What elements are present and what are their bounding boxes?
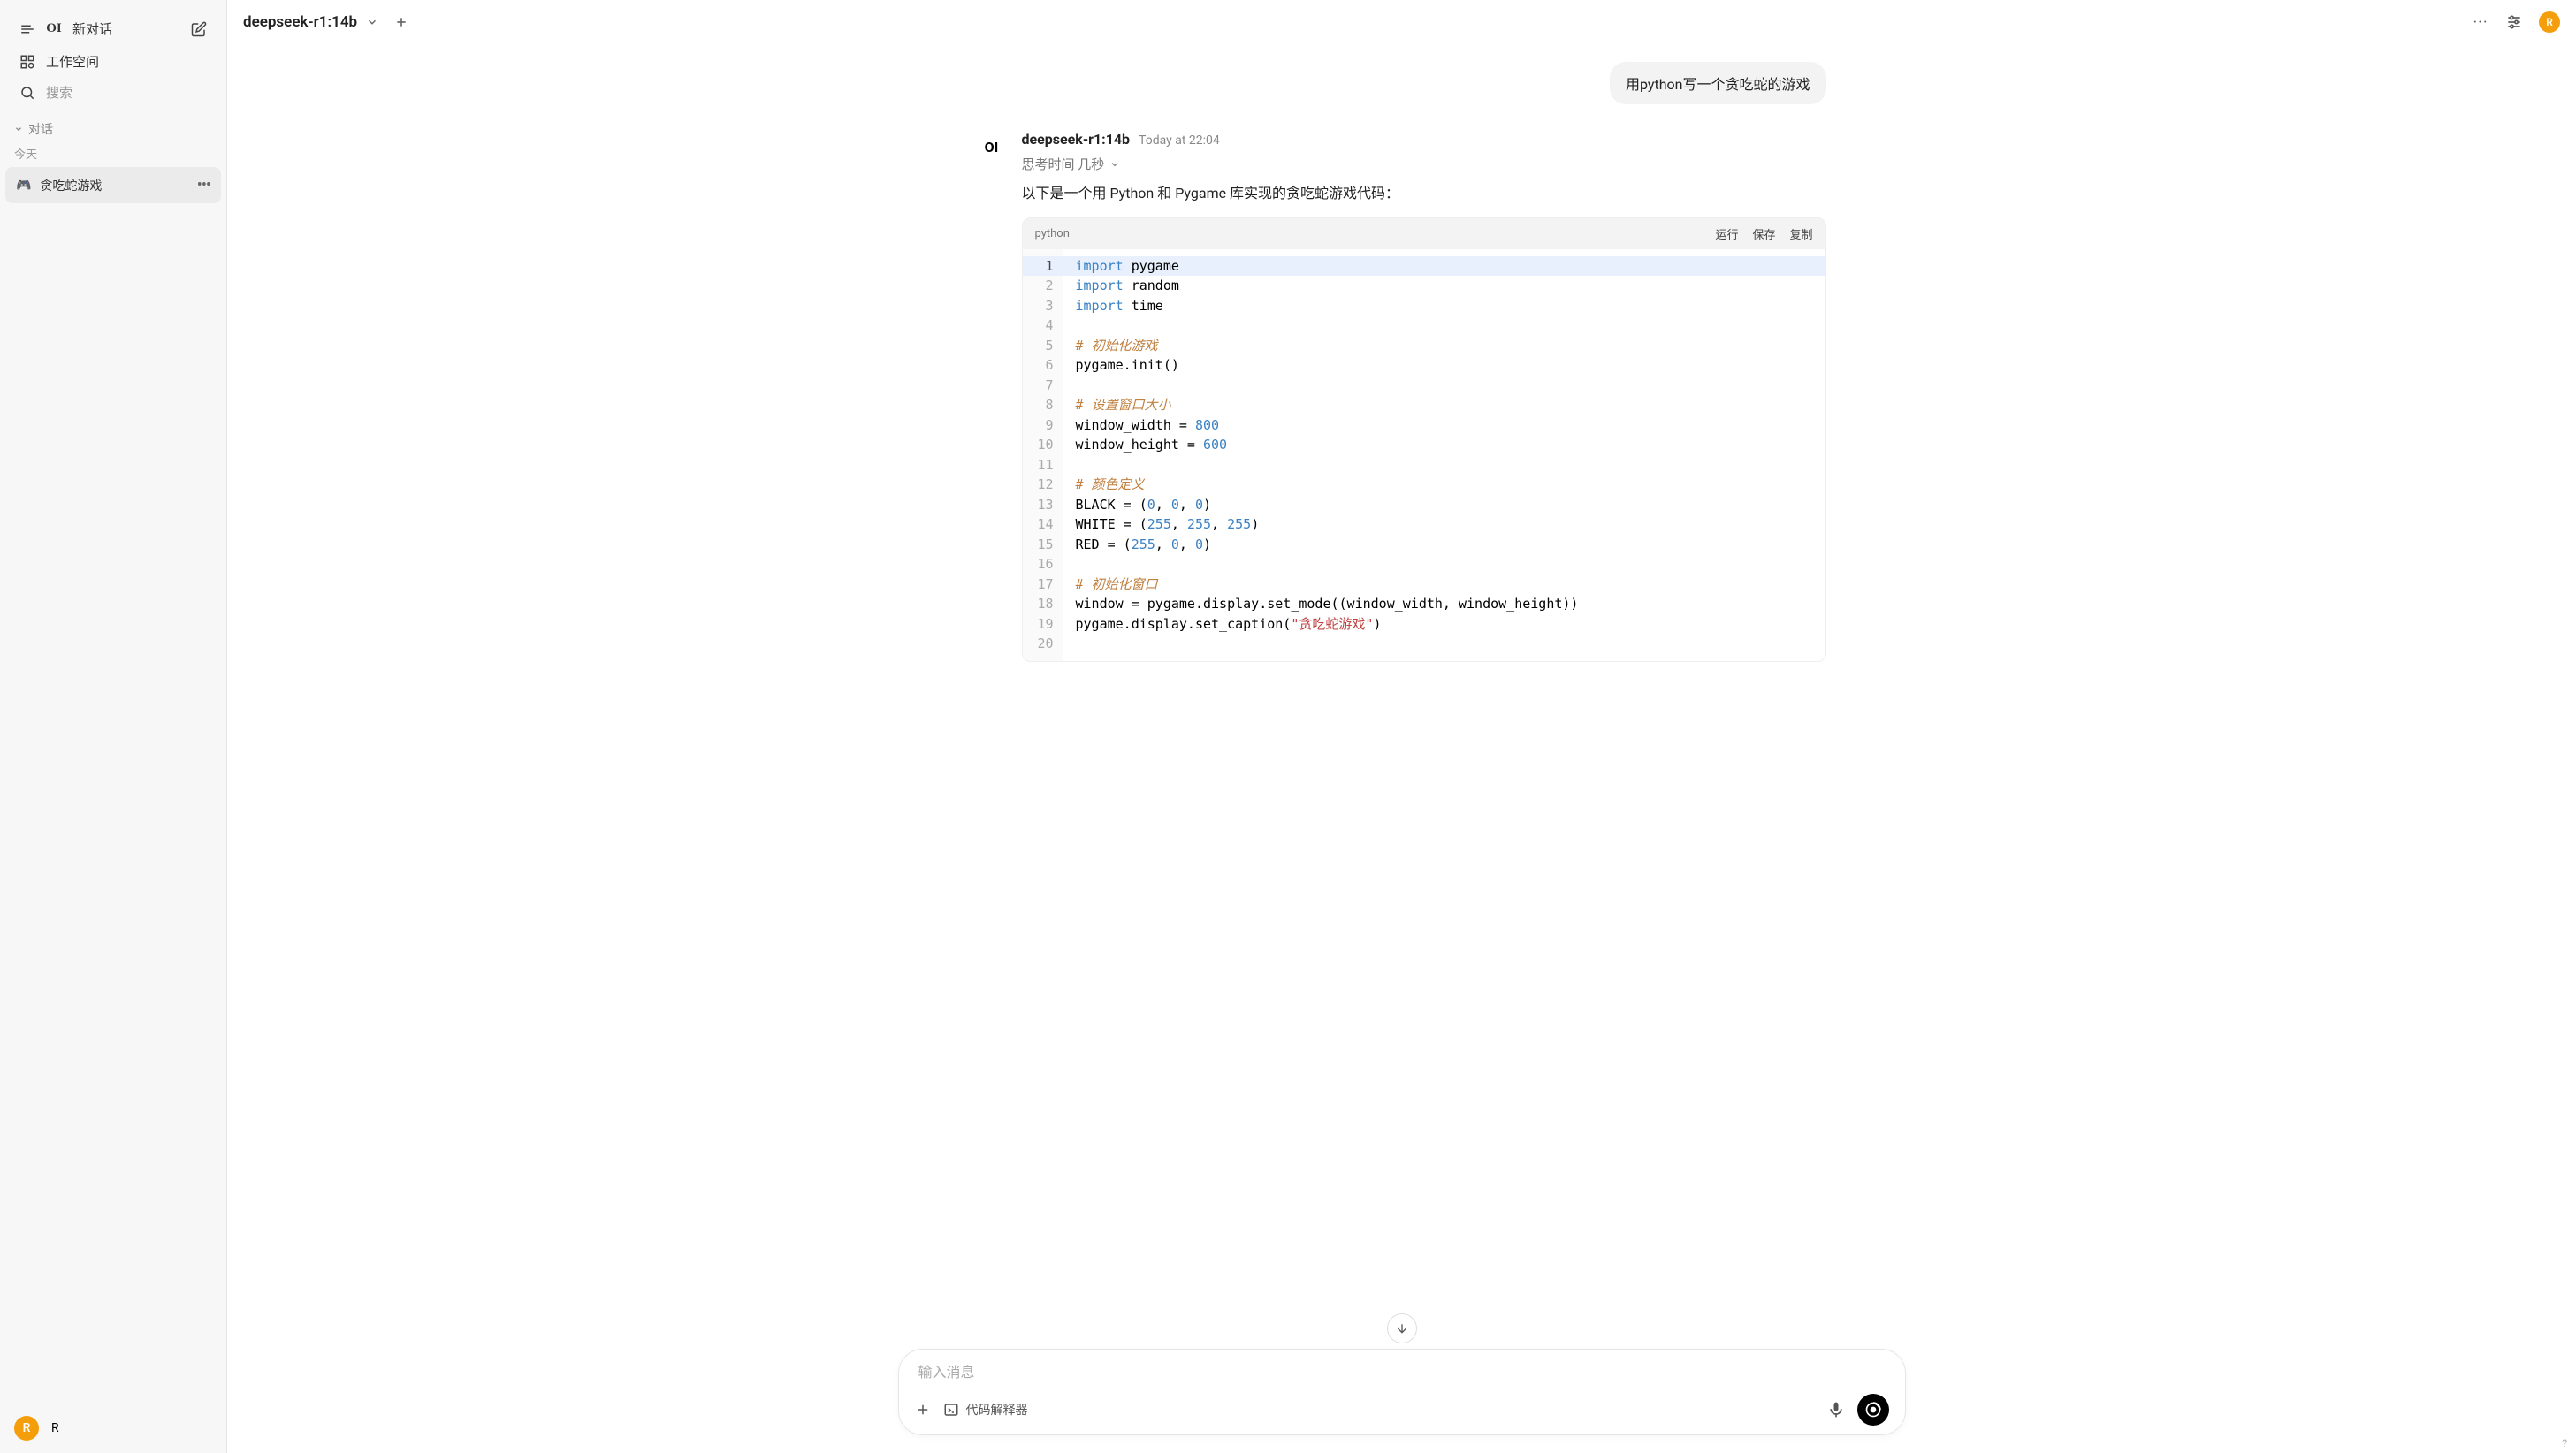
model-selector[interactable]: deepseek-r1:14b: [243, 13, 357, 31]
main-area: deepseek-r1:14b ··· R 用pyt: [227, 0, 2576, 1453]
thinking-toggle[interactable]: 思考时间 几秒: [1022, 155, 1826, 173]
code-save-button[interactable]: 保存: [1752, 225, 1775, 242]
message-input[interactable]: [915, 1358, 1889, 1388]
assistant-name-label: deepseek-r1:14b: [1022, 131, 1131, 148]
edit-icon[interactable]: [191, 21, 207, 37]
app-root: OI 新对话 工作空间: [0, 0, 2576, 1453]
gamepad-icon: 🎮: [16, 179, 31, 193]
chevron-down-icon: [14, 125, 23, 133]
settings-icon[interactable]: [2505, 13, 2523, 31]
input-bar: 代码解释器: [227, 1349, 2576, 1453]
code-gutter: 1234567891011121314151617181920: [1023, 249, 1063, 661]
conversation-title: 贪吃蛇游戏: [40, 177, 102, 194]
code-copy-button[interactable]: 复制: [1789, 225, 1812, 242]
code-content: import pygameimport randomimport time # …: [1063, 249, 1825, 661]
input-box: 代码解释器: [898, 1349, 1906, 1435]
today-label: 今天: [0, 141, 226, 165]
assistant-message: OI deepseek-r1:14b Today at 22:04 思考时间 几…: [978, 131, 1826, 662]
code-body[interactable]: 1234567891011121314151617181920 import p…: [1023, 249, 1825, 661]
main-header: deepseek-r1:14b ··· R: [227, 0, 2576, 44]
user-avatar: R: [14, 1416, 39, 1441]
chevron-down-icon: [1109, 159, 1120, 170]
code-interpreter-button[interactable]: 代码解释器: [943, 1401, 1028, 1419]
sidebar-workspace-row[interactable]: 工作空间: [11, 45, 216, 78]
user-name: R: [51, 1421, 59, 1435]
add-attachment-button[interactable]: [915, 1402, 931, 1418]
terminal-icon: [943, 1402, 959, 1418]
voice-input-button[interactable]: [1827, 1401, 1845, 1419]
conversation-item-active[interactable]: 🎮 贪吃蛇游戏 •••: [5, 167, 221, 203]
brand-icon: OI: [46, 21, 62, 37]
user-message: 用python写一个贪吃蛇的游戏: [978, 62, 1826, 104]
sidebar-footer[interactable]: R R: [0, 1404, 226, 1453]
code-block: python 运行 保存 复制 123456789101112131415161…: [1022, 217, 1826, 662]
header-user-avatar[interactable]: R: [2539, 11, 2560, 33]
new-chat-label[interactable]: 新对话: [72, 19, 112, 38]
sidebar-new-chat-row: OI 新对话: [11, 12, 216, 45]
search-icon: [19, 85, 35, 101]
thinking-label: 思考时间 几秒: [1022, 155, 1105, 173]
chevron-down-icon[interactable]: [366, 16, 378, 28]
sidebar-search-row[interactable]: [11, 78, 216, 108]
message-timestamp: Today at 22:04: [1139, 133, 1220, 148]
chat-scroll-area[interactable]: 用python写一个贪吃蛇的游戏 OI deepseek-r1:14b Toda…: [227, 44, 2576, 1349]
workspace-label: 工作空间: [46, 52, 99, 71]
user-message-bubble: 用python写一个贪吃蛇的游戏: [1610, 62, 1825, 104]
search-input[interactable]: [46, 86, 222, 101]
assistant-avatar-icon: OI: [978, 133, 1006, 161]
help-button[interactable]: ?: [2562, 1437, 2567, 1449]
more-icon[interactable]: ···: [2472, 13, 2489, 31]
conversations-section-header[interactable]: 对话: [0, 113, 226, 141]
code-run-button[interactable]: 运行: [1715, 225, 1738, 242]
conversation-menu-icon[interactable]: •••: [197, 176, 210, 194]
send-button[interactable]: [1857, 1394, 1889, 1426]
code-language-label: python: [1035, 227, 1070, 240]
workspace-icon: [19, 54, 35, 70]
menu-icon[interactable]: [19, 21, 35, 37]
assistant-intro-text: 以下是一个用 Python 和 Pygame 库实现的贪吃蛇游戏代码：: [1022, 182, 1826, 205]
scroll-to-bottom-button[interactable]: [1387, 1313, 1417, 1343]
sidebar: OI 新对话 工作空间: [0, 0, 227, 1453]
conversations-label: 对话: [28, 120, 53, 138]
add-tab-icon[interactable]: [392, 13, 410, 31]
code-interpreter-label: 代码解释器: [966, 1401, 1028, 1419]
